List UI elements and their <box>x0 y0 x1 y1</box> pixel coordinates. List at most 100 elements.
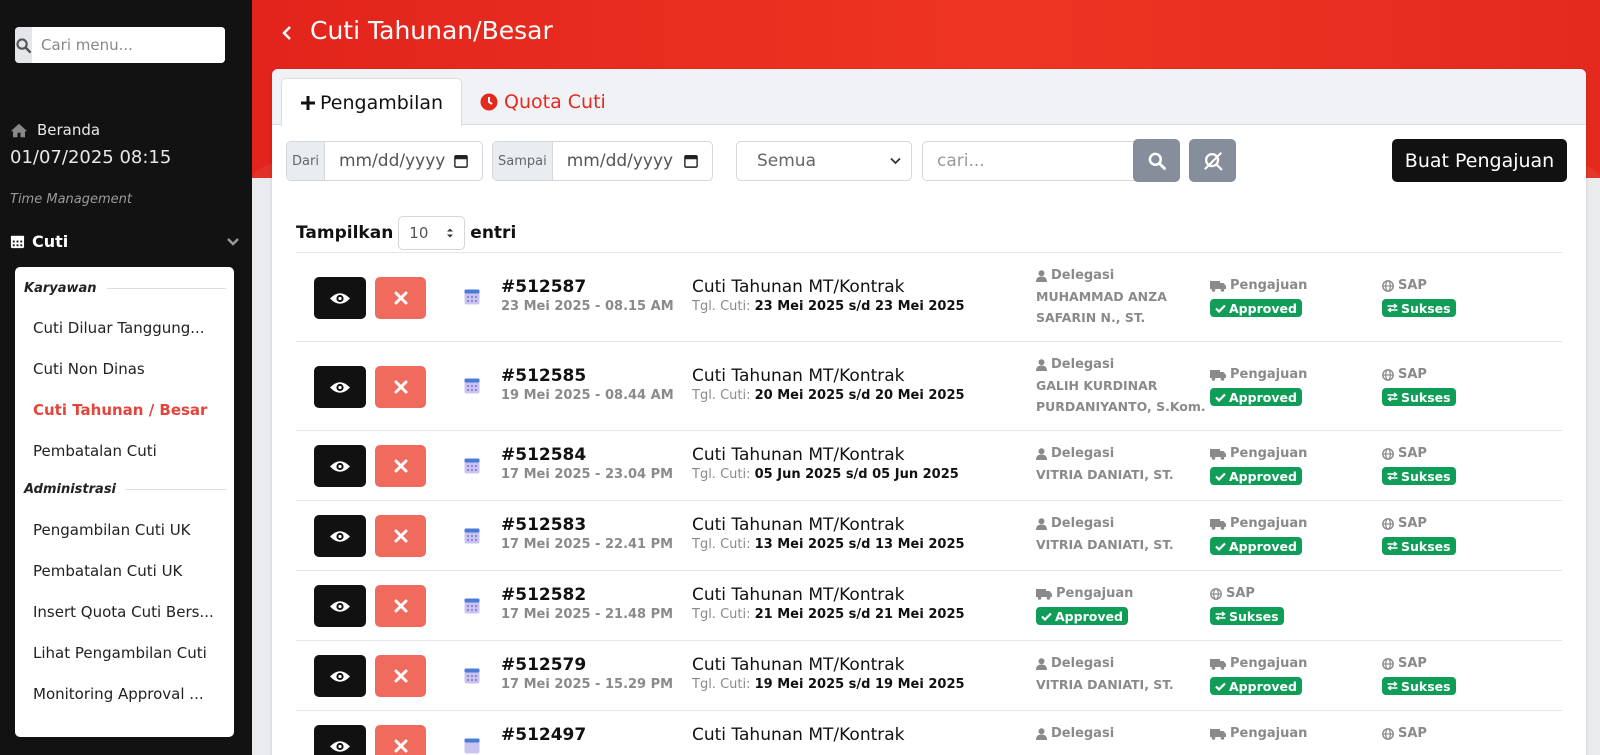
delete-button[interactable] <box>375 277 426 319</box>
calendar-icon <box>464 738 480 754</box>
clock-icon <box>480 93 498 111</box>
menu-item-pembatalan-cuti-uk[interactable]: Pembatalan Cuti UK <box>33 562 223 580</box>
sap-header: SAP <box>1210 586 1255 601</box>
main-card: Pengambilan Quota Cuti Dari mm/dd/yyyy S… <box>272 69 1586 755</box>
menu-item-cuti-tahunan-besar[interactable]: Cuti Tahunan / Besar <box>33 401 223 419</box>
table-row: #512582 17 Mei 2025 - 21.48 PM Cuti Tahu… <box>296 570 1562 640</box>
delete-button[interactable] <box>375 445 426 487</box>
exchange-icon <box>1387 681 1398 691</box>
menu-search <box>15 27 225 63</box>
view-button[interactable] <box>314 585 366 627</box>
sap-badge: Sukses <box>1382 299 1456 317</box>
sap-badge-text: Sukses <box>1401 538 1451 554</box>
leave-dates-value: 20 Mei 2025 s/d 20 Mei 2025 <box>754 388 965 403</box>
menu-search-button[interactable] <box>15 27 32 63</box>
view-button[interactable] <box>314 515 366 557</box>
sap-badge-text: Sukses <box>1401 468 1451 484</box>
request-id: #512497 <box>501 725 587 745</box>
delete-button[interactable] <box>375 585 426 627</box>
delegasi-name-line: GALIH KURDINAR <box>1036 378 1158 393</box>
calendar-icon <box>684 155 698 168</box>
close-icon <box>394 739 407 753</box>
tabs-bar: Pengambilan Quota Cuti <box>272 69 1586 126</box>
request-created: 17 Mei 2025 - 15.29 PM <box>501 677 674 692</box>
search-button[interactable] <box>1133 139 1180 182</box>
delegasi-label: Delegasi <box>1051 268 1115 283</box>
view-button[interactable] <box>314 445 366 487</box>
pengajuan-header: Pengajuan <box>1210 516 1307 531</box>
menu-item-cuti-diluar-tanggungan[interactable]: Cuti Diluar Tanggung... <box>33 319 223 337</box>
eye-icon <box>330 460 350 472</box>
menu-item-monitoring-approval[interactable]: Monitoring Approval ... <box>33 685 223 703</box>
delegasi-header: Delegasi <box>1036 268 1114 283</box>
check-icon <box>1215 542 1226 551</box>
table-search-input[interactable]: cari... <box>922 141 1147 181</box>
page-title: Cuti Tahunan/Besar <box>310 16 553 45</box>
create-request-button[interactable]: Buat Pengajuan <box>1392 139 1567 182</box>
clear-filter-button[interactable] <box>1189 139 1236 182</box>
date-to-input[interactable]: mm/dd/yyyy <box>553 142 712 180</box>
close-icon <box>394 459 407 473</box>
table-row: #512583 17 Mei 2025 - 22.41 PM Cuti Tahu… <box>296 500 1562 570</box>
globe-icon <box>1382 447 1394 460</box>
request-id: #512587 <box>501 277 587 297</box>
leave-type: Cuti Tahunan MT/Kontrak <box>692 725 905 745</box>
section-label: Time Management <box>10 192 132 207</box>
sap-label: SAP <box>1226 586 1255 601</box>
date-from-input[interactable]: mm/dd/yyyy <box>325 142 482 180</box>
request-id: #512583 <box>501 515 587 535</box>
sap-label: SAP <box>1398 278 1427 293</box>
view-button[interactable] <box>314 277 366 319</box>
menu-item-lihat-pengambilan-cuti[interactable]: Lihat Pengambilan Cuti <box>33 644 223 662</box>
eye-icon <box>330 600 350 612</box>
status-select[interactable]: Semua <box>736 141 912 181</box>
sap-badge: Sukses <box>1382 467 1456 485</box>
calendar-icon <box>464 668 480 684</box>
sap-header: SAP <box>1382 516 1427 531</box>
menu-item-cuti-non-dinas[interactable]: Cuti Non Dinas <box>33 360 223 378</box>
globe-icon <box>1382 657 1394 670</box>
check-icon <box>1215 304 1226 313</box>
pengajuan-label: Pengajuan <box>1230 516 1308 531</box>
truck-icon <box>1036 588 1052 600</box>
divider <box>126 489 226 490</box>
view-button[interactable] <box>314 366 366 408</box>
exchange-icon <box>1387 392 1398 402</box>
menu-item-insert-quota-cuti[interactable]: Insert Quota Cuti Bers... <box>33 603 223 621</box>
pengajuan-label: Pengajuan <box>1230 446 1308 461</box>
menu-cuti-toggle[interactable]: Cuti <box>10 232 240 251</box>
divider <box>106 288 226 289</box>
menu-item-pengambilan-cuti-uk[interactable]: Pengambilan Cuti UK <box>33 521 223 539</box>
pengajuan-header: Pengajuan <box>1210 367 1307 382</box>
back-arrow-icon[interactable] <box>281 24 293 42</box>
delete-button[interactable] <box>375 366 426 408</box>
sap-badge-text: Sukses <box>1401 389 1451 405</box>
delete-button[interactable] <box>375 515 426 557</box>
leave-dates-value: 19 Mei 2025 s/d 19 Mei 2025 <box>754 677 965 692</box>
table-row: #512497 Cuti Tahunan MT/Kontrak Delegasi… <box>296 710 1562 755</box>
view-button[interactable] <box>314 655 366 697</box>
truck-icon <box>1210 658 1226 670</box>
status-badge-text: Approved <box>1229 389 1297 405</box>
delete-button[interactable] <box>375 725 426 755</box>
status-badge: Approved <box>1210 537 1302 555</box>
truck-icon <box>1210 728 1226 740</box>
menu-item-pembatalan-cuti[interactable]: Pembatalan Cuti <box>33 442 223 460</box>
delegasi-label: Delegasi <box>1051 656 1115 671</box>
menu-search-input[interactable] <box>32 27 225 63</box>
sap-header: SAP <box>1382 656 1427 671</box>
current-datetime: 01/07/2025 08:15 <box>10 147 172 168</box>
view-button[interactable] <box>314 725 366 755</box>
delete-button[interactable] <box>375 655 426 697</box>
home-link[interactable]: Beranda <box>10 121 100 139</box>
sap-header: SAP <box>1382 278 1427 293</box>
page-length-select[interactable]: 10 <box>398 216 466 250</box>
sap-header: SAP <box>1382 446 1427 461</box>
tab-quota-cuti[interactable]: Quota Cuti <box>462 78 624 126</box>
page-length-suffix: entri <box>470 223 517 243</box>
sap-badge-text: Sukses <box>1401 678 1451 694</box>
leave-type: Cuti Tahunan MT/Kontrak <box>692 277 905 297</box>
menu-cuti-label: Cuti <box>32 232 69 251</box>
tab-pengambilan[interactable]: Pengambilan <box>281 78 463 126</box>
globe-icon <box>1382 517 1394 530</box>
